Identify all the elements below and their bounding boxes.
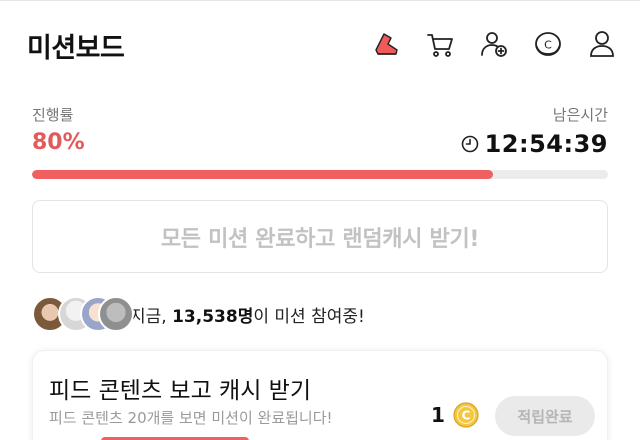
cart-icon[interactable] <box>422 26 458 62</box>
coin-icon: C <box>453 402 479 428</box>
progress-value: 80% <box>32 130 85 155</box>
avatar <box>98 296 134 332</box>
participants-row: 지금, 13,538명이 미션 참여중! <box>32 296 365 332</box>
clock-icon <box>461 135 478 153</box>
svg-text:C: C <box>544 39 552 52</box>
mission-complete-button[interactable]: 적립완료 <box>495 396 595 436</box>
mission-card: 피드 콘텐츠 보고 캐시 받기 피드 콘텐츠 20개를 보면 미션이 완료됩니다… <box>32 350 608 440</box>
mission-description: 피드 콘텐츠 20개를 보면 미션이 완료됩니다! <box>49 409 333 427</box>
complete-all-reward-banner[interactable]: 모든 미션 완료하고 랜덤캐시 받기! <box>32 200 608 273</box>
participants-count: 13,538명 <box>172 306 254 327</box>
participants-prefix: 지금, <box>130 306 173 327</box>
page-title: 미션보드 <box>27 33 125 64</box>
time-remaining-label: 남은시간 <box>552 106 608 124</box>
time-remaining-value: 12:54:39 <box>484 130 608 158</box>
participant-avatars <box>32 296 134 332</box>
progress-bar-fill <box>32 170 493 179</box>
add-user-icon[interactable] <box>476 26 512 62</box>
mission-reward-amount: 1 <box>431 403 445 427</box>
app-header: 미션보드 C <box>0 0 640 88</box>
participants-suffix: 이 미션 참여중! <box>253 306 365 327</box>
participants-text: 지금, 13,538명이 미션 참여중! <box>130 302 365 327</box>
progress-bar <box>32 170 608 179</box>
progress-label: 진행률 <box>32 106 74 124</box>
reward-banner-text: 모든 미션 완료하고 랜덤캐시 받기! <box>160 226 480 252</box>
header-actions: C <box>368 26 620 62</box>
profile-icon[interactable] <box>584 26 620 62</box>
cash-coin-icon[interactable]: C <box>530 26 566 62</box>
mission-title: 피드 콘텐츠 보고 캐시 받기 <box>49 378 312 404</box>
svg-text:C: C <box>462 409 471 423</box>
mission-shoe-icon[interactable] <box>368 26 404 62</box>
time-remaining-row: 12:54:39 <box>461 130 608 158</box>
